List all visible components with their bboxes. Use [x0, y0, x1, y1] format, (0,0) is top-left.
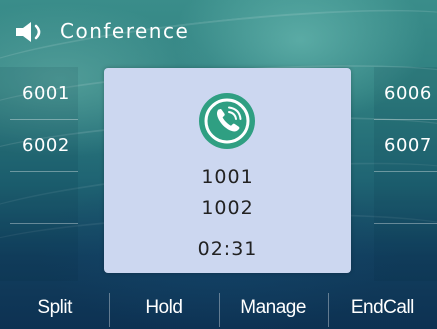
call-timer: 02:31	[197, 238, 258, 260]
line-key-empty[interactable]	[374, 171, 437, 223]
split-button[interactable]: Split	[0, 287, 109, 329]
line-key-empty[interactable]	[0, 223, 78, 275]
line-key-label: 6002	[22, 134, 70, 156]
line-key-6002[interactable]: 6002	[0, 119, 78, 171]
line-key-empty[interactable]	[374, 223, 437, 275]
line-key-label: 6007	[384, 134, 432, 156]
phone-handset-icon	[199, 93, 255, 149]
line-key-6006[interactable]: 6006	[374, 67, 437, 119]
speaker-icon	[16, 22, 41, 42]
page-title: Conference	[60, 19, 190, 43]
end-call-button[interactable]: EndCall	[327, 287, 437, 329]
conference-call-panel: 1001 1002 02:31	[104, 68, 351, 273]
softkey-bar: Split Hold Manage EndCall	[0, 287, 437, 329]
right-line-keys: 6006 6007	[374, 67, 437, 281]
phone-screen: Conference 6001 6002 6006 6007 1001 1002…	[0, 0, 437, 329]
line-key-label: 6006	[384, 82, 432, 104]
hold-button[interactable]: Hold	[109, 287, 218, 329]
status-header: Conference	[0, 0, 437, 56]
left-line-keys: 6001 6002	[0, 67, 78, 281]
line-key-6001[interactable]: 6001	[0, 67, 78, 119]
line-key-empty[interactable]	[0, 171, 78, 223]
line-key-6007[interactable]: 6007	[374, 119, 437, 171]
line-key-label: 6001	[22, 82, 70, 104]
participant-number: 1001	[201, 166, 254, 188]
participant-number: 1002	[201, 197, 254, 219]
manage-button[interactable]: Manage	[218, 287, 328, 329]
